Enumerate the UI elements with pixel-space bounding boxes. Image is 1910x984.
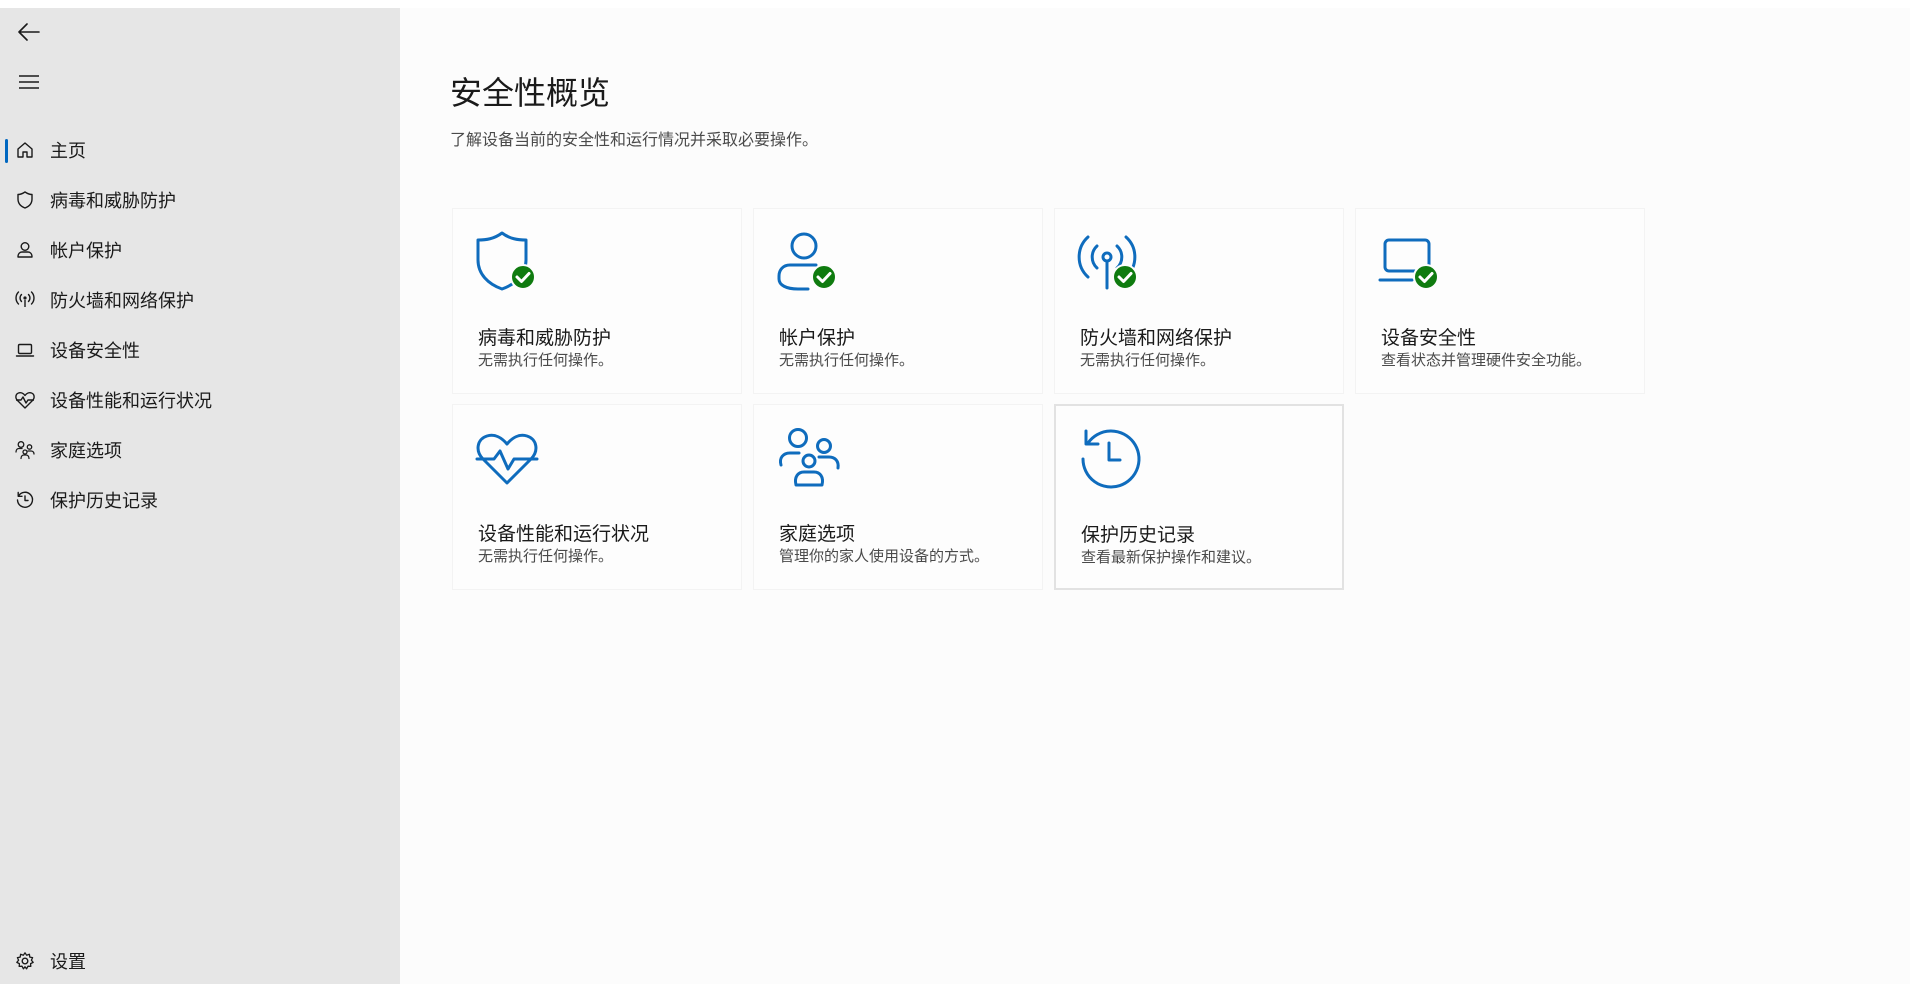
sidebar-item-label: 帐户保护 (50, 241, 122, 262)
card-description: 无需执行任何操作。 (478, 351, 614, 369)
card-description: 无需执行任何操作。 (478, 547, 614, 565)
page-title: 安全性概览 (450, 74, 611, 112)
main-content: 安全性概览 了解设备当前的安全性和运行情况并采取必要操作。 病毒和威胁防护 无需… (400, 8, 1910, 984)
person-icon (14, 239, 36, 261)
card-title: 帐户保护 (779, 327, 856, 349)
page-subtitle: 了解设备当前的安全性和运行情况并采取必要操作。 (450, 130, 819, 149)
card-firewall[interactable]: 防火墙和网络保护 无需执行任何操作。 (1054, 208, 1344, 394)
sidebar-item-label: 设置 (50, 952, 86, 973)
back-arrow-icon[interactable] (14, 17, 44, 47)
card-virus-protection[interactable]: 病毒和威胁防护 无需执行任何操作。 (452, 208, 742, 394)
card-description: 查看状态并管理硬件安全功能。 (1381, 351, 1592, 369)
home-icon (14, 139, 36, 161)
card-title: 家庭选项 (779, 523, 856, 545)
card-description: 查看最新保护操作和建议。 (1081, 548, 1262, 566)
family-icon (776, 427, 842, 489)
sidebar-item-label: 家庭选项 (50, 441, 122, 462)
sidebar-item-family-options[interactable]: 家庭选项 (0, 425, 400, 475)
sidebar-item-home[interactable]: 主页 (0, 125, 400, 175)
card-protection-history[interactable]: 保护历史记录 查看最新保护操作和建议。 (1054, 404, 1344, 590)
antenna-icon (14, 289, 36, 311)
shield-check-icon (475, 231, 541, 293)
heart-pulse-icon (14, 389, 36, 411)
sidebar: 主页 病毒和威胁防护 帐户保护 防火墙和网络保护 设备安全性 设备性能和运行状况… (0, 8, 400, 984)
card-account-protection[interactable]: 帐户保护 无需执行任何操作。 (753, 208, 1043, 394)
sidebar-item-device-performance[interactable]: 设备性能和运行状况 (0, 375, 400, 425)
sidebar-item-account-protection[interactable]: 帐户保护 (0, 225, 400, 275)
sidebar-nav: 主页 病毒和威胁防护 帐户保护 防火墙和网络保护 设备安全性 设备性能和运行状况… (0, 125, 400, 525)
history-icon (1078, 428, 1144, 490)
sidebar-item-label: 主页 (50, 141, 86, 162)
card-title: 病毒和威胁防护 (478, 327, 612, 349)
sidebar-item-protection-history[interactable]: 保护历史记录 (0, 475, 400, 525)
security-app-window: 主页 病毒和威胁防护 帐户保护 防火墙和网络保护 设备安全性 设备性能和运行状况… (0, 0, 1910, 984)
card-device-performance[interactable]: 设备性能和运行状况 无需执行任何操作。 (452, 404, 742, 590)
card-description: 无需执行任何操作。 (1080, 351, 1216, 369)
sidebar-item-settings[interactable]: 设置 (0, 936, 400, 984)
card-title: 防火墙和网络保护 (1080, 327, 1233, 349)
sidebar-item-label: 设备安全性 (50, 341, 140, 362)
shield-icon (14, 189, 36, 211)
card-title: 保护历史记录 (1081, 524, 1196, 546)
sidebar-item-label: 设备性能和运行状况 (50, 391, 212, 412)
card-title: 设备性能和运行状况 (478, 523, 650, 545)
card-device-security[interactable]: 设备安全性 查看状态并管理硬件安全功能。 (1355, 208, 1645, 394)
card-description: 无需执行任何操作。 (779, 351, 915, 369)
sidebar-item-label: 保护历史记录 (50, 491, 158, 512)
sidebar-item-device-security[interactable]: 设备安全性 (0, 325, 400, 375)
sidebar-item-label: 病毒和威胁防护 (50, 191, 176, 212)
sidebar-item-label: 防火墙和网络保护 (50, 291, 194, 312)
family-icon (14, 439, 36, 461)
card-description: 管理你的家人使用设备的方式。 (779, 547, 990, 565)
heart-pulse-icon (475, 427, 541, 489)
sidebar-settings: 设置 (0, 936, 400, 984)
person-check-icon (776, 231, 842, 293)
laptop-icon (14, 339, 36, 361)
history-icon (14, 489, 36, 511)
hamburger-icon[interactable] (14, 67, 44, 97)
sidebar-item-firewall[interactable]: 防火墙和网络保护 (0, 275, 400, 325)
sidebar-item-virus-protection[interactable]: 病毒和威胁防护 (0, 175, 400, 225)
antenna-check-icon (1077, 231, 1143, 293)
gear-icon (14, 950, 36, 972)
laptop-check-icon (1378, 231, 1444, 293)
card-title: 设备安全性 (1381, 327, 1477, 349)
card-family-options[interactable]: 家庭选项 管理你的家人使用设备的方式。 (753, 404, 1043, 590)
